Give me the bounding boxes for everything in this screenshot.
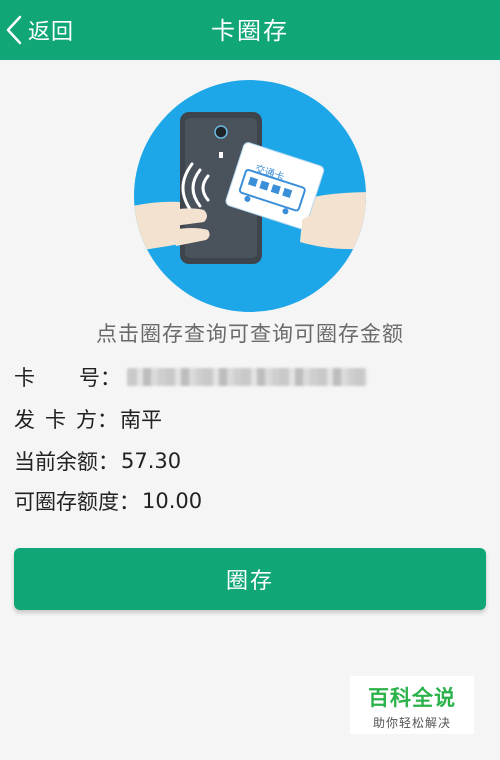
- card-number-masked: [127, 368, 367, 386]
- watermark-logo: 百科全说 助你轻松解决: [350, 676, 474, 734]
- limit-label: 可圈存额度: [14, 490, 119, 514]
- card-number-label: 卡号: [14, 366, 144, 390]
- colon-text: ：: [100, 366, 121, 390]
- load-button[interactable]: 圈存: [14, 548, 486, 610]
- balance-row: 当前余额 ： 57.30: [14, 446, 181, 476]
- issuer-value: 南平: [120, 408, 162, 432]
- limit-value: 10.00: [142, 489, 203, 513]
- query-hint: 点击圈存查询可查询可圈存金额: [96, 322, 404, 346]
- issuer-label: 发卡方: [14, 408, 107, 432]
- card-number-row: 卡号 ：: [14, 362, 367, 392]
- page-title: 卡圈存: [211, 17, 289, 45]
- top-bar: 返回 卡圈存: [0, 0, 500, 60]
- colon-text: ：: [97, 408, 118, 432]
- balance-label: 当前余额: [14, 450, 98, 474]
- watermark-subtitle: 助你轻松解决: [372, 716, 451, 730]
- watermark-title: 百科全说: [368, 686, 456, 710]
- issuer-row: 发卡方 ： 南平: [14, 404, 162, 434]
- balance-value: 57.30: [121, 449, 182, 473]
- colon-text: ：: [119, 490, 140, 514]
- nfc-illustration: 交通卡: [134, 80, 366, 312]
- limit-row: 可圈存额度 ： 10.00: [14, 486, 202, 516]
- colon-text: ：: [98, 450, 119, 474]
